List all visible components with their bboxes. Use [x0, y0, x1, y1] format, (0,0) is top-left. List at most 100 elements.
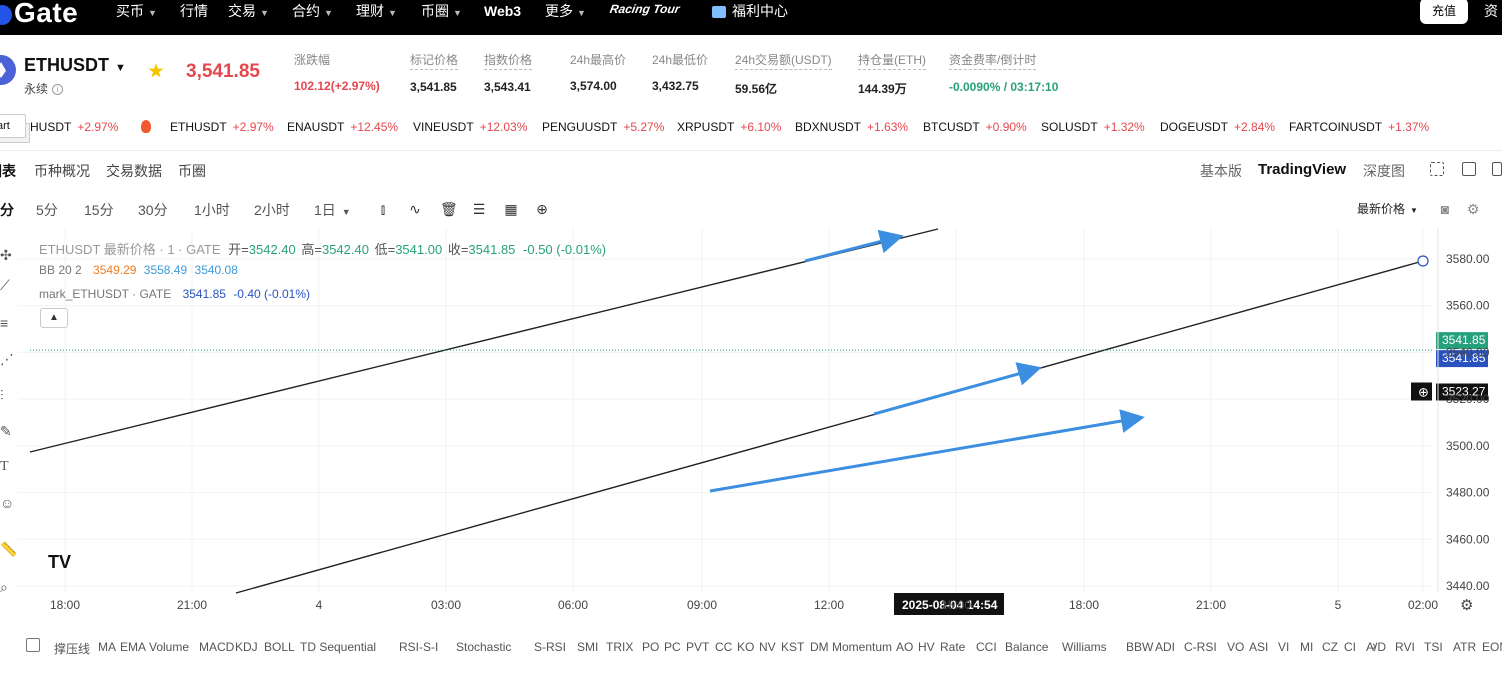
indicator-28[interactable]: BBW: [1126, 640, 1153, 654]
indicator-11[interactable]: SMI: [577, 640, 598, 654]
nav-earn[interactable]: 理财 ▼: [356, 0, 397, 22]
indicator-14[interactable]: PC: [664, 640, 681, 654]
ticker-item[interactable]: VINEUSDT +12.03%: [413, 120, 527, 134]
interval-30m[interactable]: 30分: [138, 200, 168, 220]
welfare-center-link[interactable]: 福利中心: [712, 0, 788, 22]
nav-market[interactable]: 行情: [180, 0, 208, 22]
info-icon[interactable]: i: [52, 84, 64, 96]
indicator-8[interactable]: RSI-S-I: [399, 640, 438, 654]
nav-buy[interactable]: 买币 ▼: [116, 0, 157, 22]
indicator-34[interactable]: MI: [1300, 640, 1313, 654]
nav-web3[interactable]: Web3: [484, 0, 521, 22]
indicator-7[interactable]: TD Sequential: [300, 640, 376, 654]
interval-1h[interactable]: 1小时: [194, 200, 230, 220]
indicator-38[interactable]: RVI: [1395, 640, 1415, 654]
indicator-31[interactable]: VO: [1227, 640, 1244, 654]
ticker-item[interactable]: BTCUSDT +0.90%: [923, 120, 1027, 134]
tab-trade-data[interactable]: 交易数据: [106, 161, 162, 181]
indicators-icon[interactable]: ∿: [408, 202, 422, 216]
collapse-legend-button[interactable]: ▲: [40, 308, 68, 328]
nav-square[interactable]: 币圈 ▼: [421, 0, 462, 22]
indicator-40[interactable]: ATR: [1453, 640, 1476, 654]
indicator-15[interactable]: PVT: [686, 640, 709, 654]
deposit-button[interactable]: 充值: [1420, 0, 1468, 24]
indicator-1[interactable]: MA: [98, 640, 116, 654]
emoji-icon[interactable]: ☺: [0, 496, 14, 510]
trendline-icon[interactable]: ⟋: [0, 278, 14, 292]
price-chart[interactable]: 3541.85 3541.85 ⊕ 3523.27 2025-08-04 14:54 TV…: [18, 228, 1502, 648]
fullscreen-icon[interactable]: [1430, 162, 1444, 176]
favorite-star-icon[interactable]: [148, 63, 164, 78]
indicator-3[interactable]: Volume: [149, 640, 189, 654]
camera-icon[interactable]: ◙: [1438, 202, 1452, 216]
text-tool-icon[interactable]: T: [0, 460, 14, 474]
cursor-icon[interactable]: ✣: [0, 248, 14, 262]
window-icon[interactable]: [1462, 162, 1476, 176]
nav-assets[interactable]: 资: [1484, 0, 1498, 22]
indicator-26[interactable]: Balance: [1005, 640, 1048, 654]
tab-chart[interactable]: 图表: [0, 161, 16, 181]
add-circle-icon[interactable]: ⊕: [535, 202, 549, 216]
indicator-16[interactable]: CC: [715, 640, 732, 654]
nav-trade[interactable]: 交易 ▼: [228, 0, 269, 22]
ticker-item[interactable]: DOGEUSDT +2.84%: [1160, 120, 1275, 134]
candle-type-icon[interactable]: ⫾: [376, 202, 390, 216]
indicator-9[interactable]: Stochastic: [456, 640, 511, 654]
chevron-right-icon[interactable]: ›: [1372, 637, 1377, 653]
indicator-25[interactable]: CCI: [976, 640, 997, 654]
fib-icon[interactable]: ≡: [0, 316, 14, 330]
indicator-10[interactable]: S-RSI: [534, 640, 566, 654]
indicator-30[interactable]: C-RSI: [1184, 640, 1217, 654]
indicator-36[interactable]: CI: [1344, 640, 1356, 654]
indicator-13[interactable]: PO: [642, 640, 659, 654]
interval-1d[interactable]: 1日 ▼: [314, 200, 351, 220]
indicator-17[interactable]: KO: [737, 640, 754, 654]
indicator-32[interactable]: ASI: [1249, 640, 1268, 654]
tab-depth[interactable]: 深度图: [1363, 161, 1405, 181]
nav-futures[interactable]: 合约 ▼: [292, 0, 333, 22]
indicator-5[interactable]: KDJ: [235, 640, 258, 654]
calendar-icon[interactable]: [26, 638, 40, 652]
ticker-item[interactable]: ETHUSDT +2.97%: [170, 120, 274, 134]
tab-basic[interactable]: 基本版: [1200, 161, 1242, 181]
interval-5m[interactable]: 5分: [36, 200, 58, 220]
brush-icon[interactable]: ✎: [0, 424, 14, 438]
indicator-20[interactable]: DM: [810, 640, 829, 654]
settings-gear-icon[interactable]: ⚙: [1466, 202, 1480, 216]
ticker-item[interactable]: SOLUSDT +1.32%: [1041, 120, 1145, 134]
indicator-33[interactable]: VI: [1278, 640, 1289, 654]
ticker-item[interactable]: ENAUSDT +12.45%: [287, 120, 398, 134]
ticker-item[interactable]: XRPUSDT +6.10%: [677, 120, 781, 134]
ticker-item[interactable]: HUSDT +2.97%: [30, 120, 118, 134]
nav-more[interactable]: 更多 ▼: [545, 0, 586, 22]
ticker-item[interactable]: FARTCOINUSDT +1.37%: [1289, 120, 1429, 134]
indicator-0[interactable]: 撑压线: [54, 640, 90, 657]
indicator-27[interactable]: Williams: [1062, 640, 1107, 654]
gate-logo[interactable]: Gate: [0, 0, 78, 29]
list-icon[interactable]: ☰: [472, 202, 486, 216]
layout-grid-icon[interactable]: ▦: [504, 202, 518, 216]
interval-2h[interactable]: 2小时: [254, 200, 290, 220]
indicator-21[interactable]: Momentum: [832, 640, 892, 654]
indicator-29[interactable]: ADI: [1155, 640, 1175, 654]
indicator-2[interactable]: EMA: [120, 640, 146, 654]
ruler-icon[interactable]: 📏: [0, 542, 17, 556]
ticker-item[interactable]: BDXNUSDT +1.63%: [795, 120, 908, 134]
interval-1m[interactable]: 分: [0, 200, 14, 220]
pattern-icon[interactable]: ⋰: [0, 352, 14, 366]
indicator-18[interactable]: NV: [759, 640, 776, 654]
projection-icon[interactable]: ⫶: [0, 388, 14, 402]
indicator-12[interactable]: TRIX: [606, 640, 633, 654]
trash-icon[interactable]: 🗑: [440, 202, 458, 216]
ticker-item[interactable]: PENGUUSDT +5.27%: [542, 120, 664, 134]
indicator-4[interactable]: MACD: [199, 640, 234, 654]
price-type-select[interactable]: 最新价格 ▼: [1357, 200, 1418, 217]
indicator-39[interactable]: TSI: [1424, 640, 1443, 654]
symbol-selector[interactable]: ETHUSDT ▼: [24, 55, 126, 76]
indicator-41[interactable]: EOM: [1482, 640, 1502, 654]
indicator-23[interactable]: HV: [918, 640, 935, 654]
indicator-22[interactable]: AO: [896, 640, 913, 654]
panel-icon[interactable]: [1492, 162, 1502, 176]
indicator-24[interactable]: Rate: [940, 640, 965, 654]
indicator-35[interactable]: CZ: [1322, 640, 1338, 654]
